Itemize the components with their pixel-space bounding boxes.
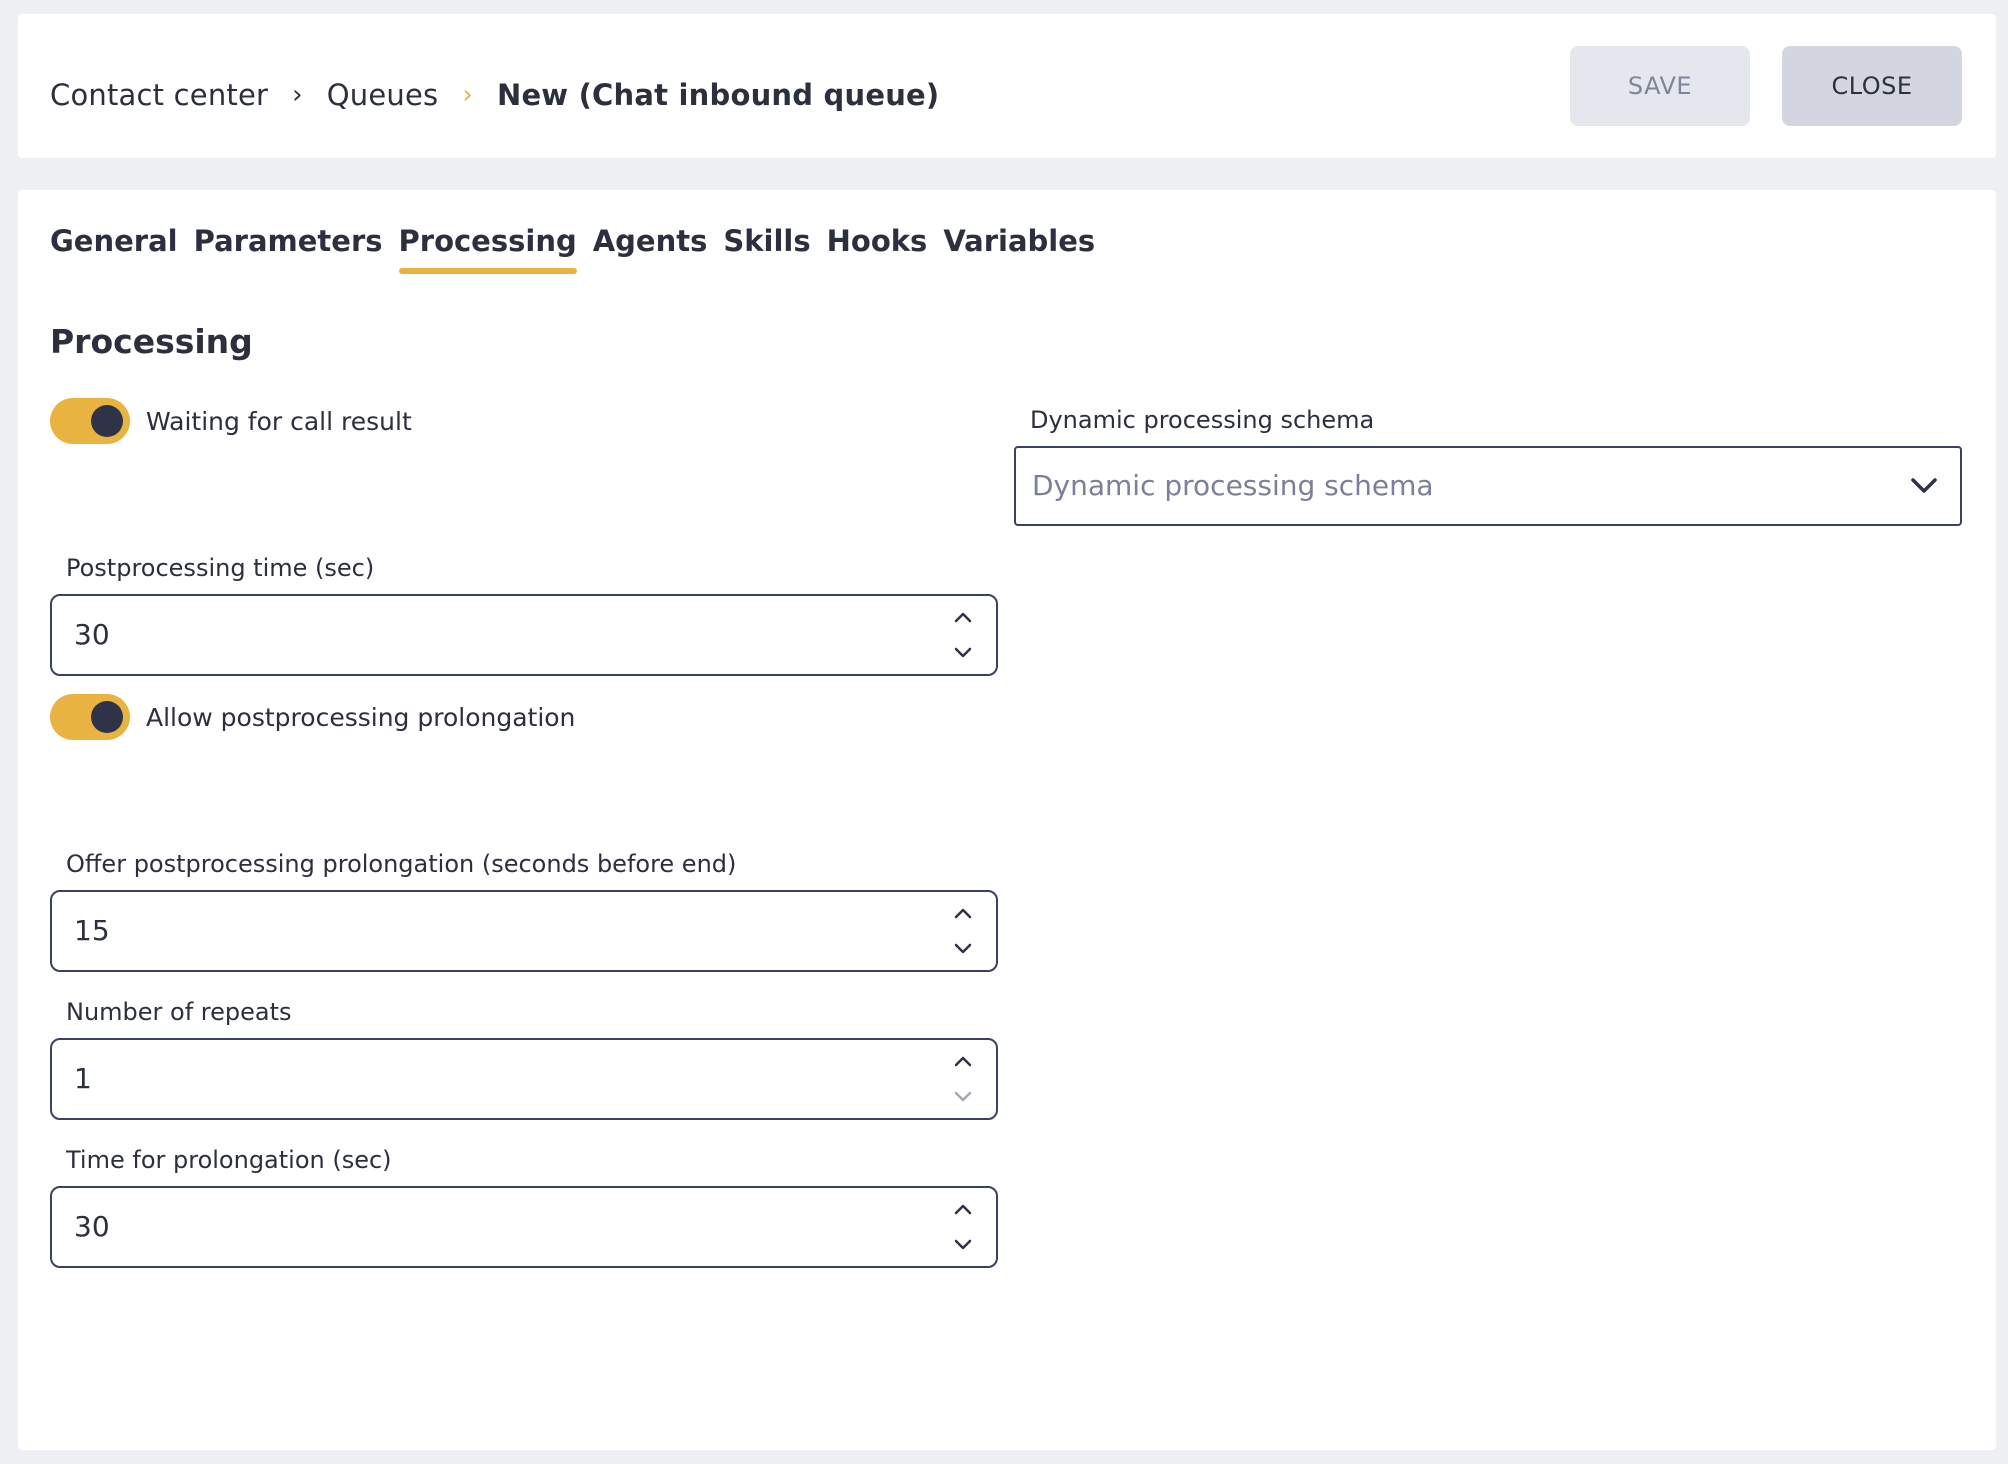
dynamic-schema-placeholder: Dynamic processing schema xyxy=(1032,469,1434,502)
breadcrumb-contact-center[interactable]: Contact center xyxy=(50,78,268,112)
toggle-knob xyxy=(91,701,123,733)
chevron-right-icon: › xyxy=(292,80,303,110)
offer-prolongation-input[interactable]: 15 xyxy=(50,890,998,972)
decrement-button[interactable] xyxy=(948,1084,978,1110)
stepper xyxy=(948,900,978,962)
stepper xyxy=(948,604,978,666)
section-title: Processing xyxy=(50,322,253,361)
increment-button[interactable] xyxy=(948,604,978,630)
tab-skills[interactable]: Skills xyxy=(723,224,810,274)
main-panel: General Parameters Processing Agents Ski… xyxy=(18,190,1996,1450)
allow-prolongation-label: Allow postprocessing prolongation xyxy=(146,702,576,732)
chevron-up-icon xyxy=(954,612,972,623)
allow-prolongation-toggle-row: Allow postprocessing prolongation xyxy=(50,694,575,740)
postprocessing-time-label: Postprocessing time (sec) xyxy=(66,554,375,582)
offer-prolongation-value: 15 xyxy=(74,914,110,947)
tab-variables[interactable]: Variables xyxy=(943,224,1095,274)
chevron-down-icon xyxy=(954,943,972,954)
chevron-up-icon xyxy=(954,1204,972,1215)
chevron-down-icon xyxy=(1911,478,1937,493)
tab-hooks[interactable]: Hooks xyxy=(827,224,928,274)
chevron-up-icon xyxy=(954,1056,972,1067)
breadcrumb-current: New (Chat inbound queue) xyxy=(496,78,940,112)
increment-button[interactable] xyxy=(948,1048,978,1074)
repeats-label: Number of repeats xyxy=(66,998,292,1026)
save-button[interactable]: SAVE xyxy=(1570,46,1750,126)
chevron-down-icon xyxy=(954,1239,972,1250)
repeats-input[interactable]: 1 xyxy=(50,1038,998,1120)
decrement-button[interactable] xyxy=(948,1232,978,1258)
waiting-for-call-result-toggle[interactable] xyxy=(50,398,130,444)
tab-agents[interactable]: Agents xyxy=(593,224,708,274)
postprocessing-time-input[interactable]: 30 xyxy=(50,594,998,676)
breadcrumb: Contact center › Queues › New (Chat inbo… xyxy=(50,78,939,112)
chevron-down-icon xyxy=(954,1091,972,1102)
tab-parameters[interactable]: Parameters xyxy=(194,224,383,274)
stepper xyxy=(948,1048,978,1110)
breadcrumb-queues[interactable]: Queues xyxy=(327,78,439,112)
dynamic-schema-select[interactable]: Dynamic processing schema xyxy=(1014,446,1962,526)
prolongation-time-label: Time for prolongation (sec) xyxy=(66,1146,392,1174)
close-button[interactable]: CLOSE xyxy=(1782,46,1962,126)
decrement-button[interactable] xyxy=(948,640,978,666)
tab-bar: General Parameters Processing Agents Ski… xyxy=(50,224,1111,274)
page-header: Contact center › Queues › New (Chat inbo… xyxy=(18,14,1996,158)
chevron-right-icon: › xyxy=(462,80,473,110)
tab-processing[interactable]: Processing xyxy=(398,224,577,274)
tab-general[interactable]: General xyxy=(50,224,178,274)
decrement-button[interactable] xyxy=(948,936,978,962)
waiting-toggle-label: Waiting for call result xyxy=(146,406,412,436)
waiting-toggle-row: Waiting for call result xyxy=(50,398,412,444)
repeats-value: 1 xyxy=(74,1062,92,1095)
chevron-up-icon xyxy=(954,908,972,919)
chevron-down-icon xyxy=(954,647,972,658)
prolongation-time-input[interactable]: 30 xyxy=(50,1186,998,1268)
toggle-knob xyxy=(91,405,123,437)
increment-button[interactable] xyxy=(948,1196,978,1222)
stepper xyxy=(948,1196,978,1258)
postprocessing-time-value: 30 xyxy=(74,618,110,651)
allow-prolongation-toggle[interactable] xyxy=(50,694,130,740)
prolongation-time-value: 30 xyxy=(74,1210,110,1243)
dynamic-schema-label: Dynamic processing schema xyxy=(1030,406,1375,434)
increment-button[interactable] xyxy=(948,900,978,926)
offer-prolongation-label: Offer postprocessing prolongation (secon… xyxy=(66,850,737,878)
